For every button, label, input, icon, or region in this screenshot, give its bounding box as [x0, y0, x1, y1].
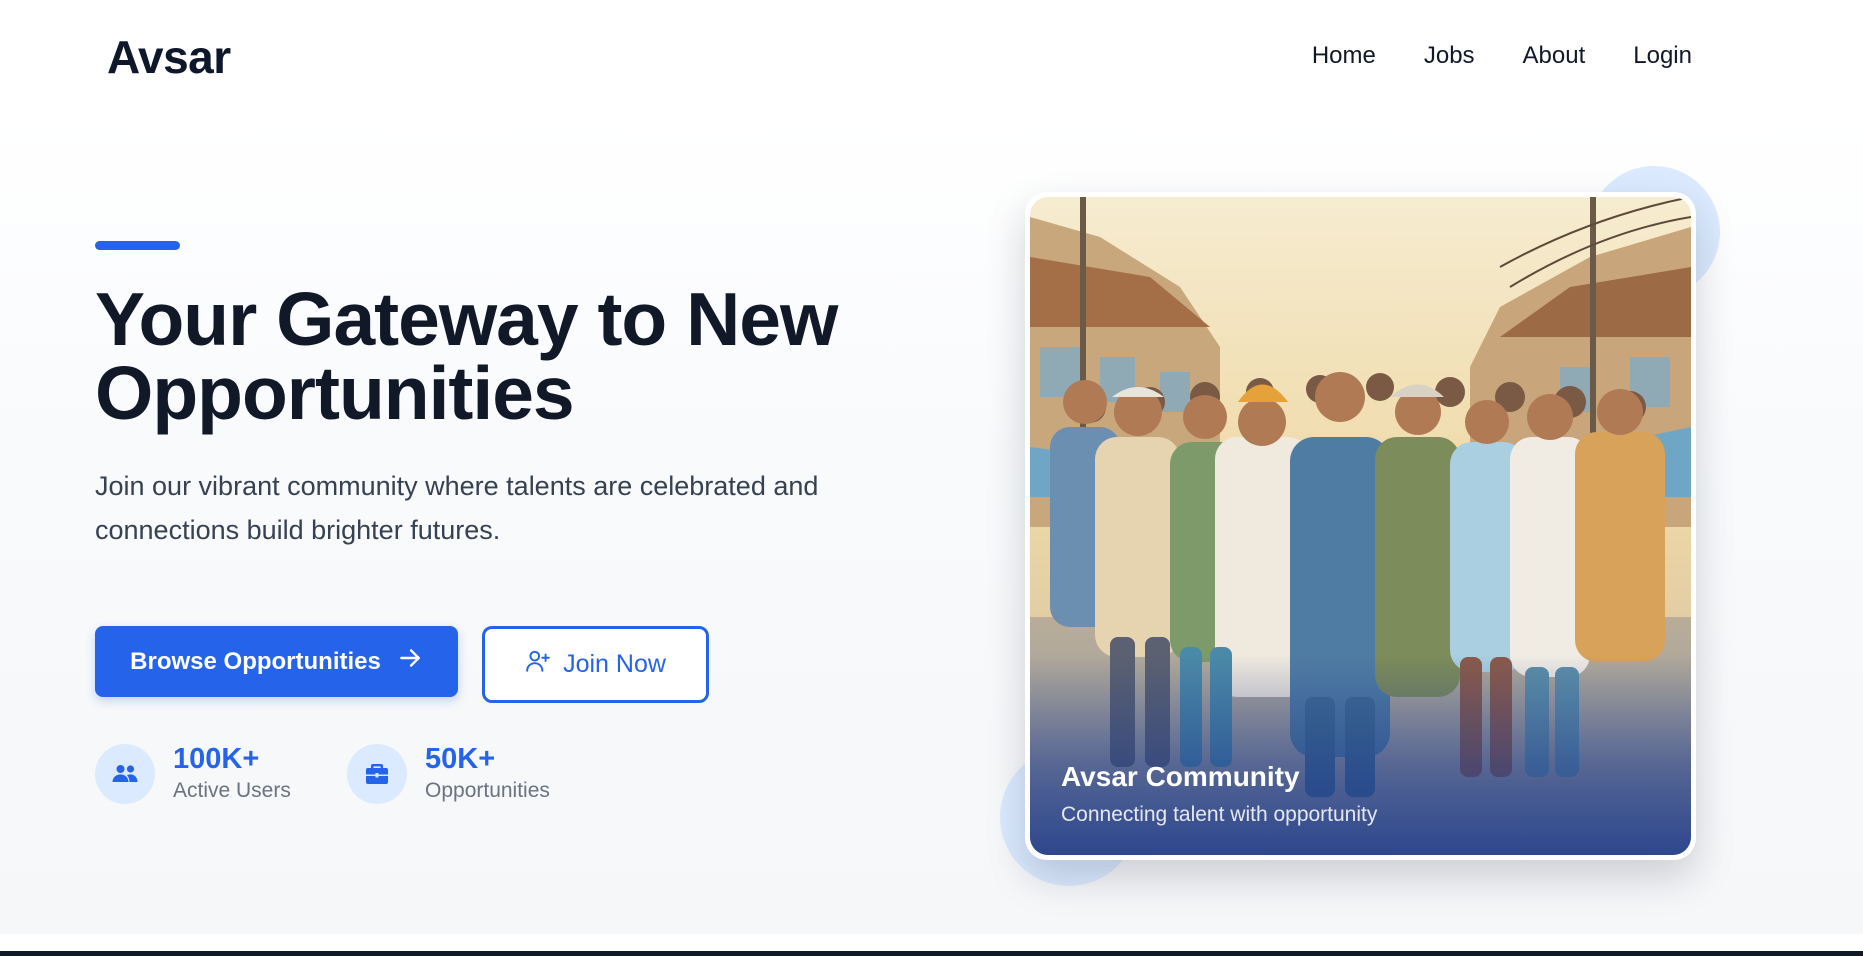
stat-active-users: 100K+ Active Users [95, 742, 291, 806]
join-now-button[interactable]: Join Now [482, 626, 709, 703]
stat-label: Opportunities [425, 779, 550, 802]
nav-links: Home Jobs About Login [1312, 42, 1692, 70]
bottom-divider [0, 951, 1863, 956]
stat-opportunities: 50K+ Opportunities [347, 742, 550, 806]
browse-opportunities-label: Browse Opportunities [130, 647, 381, 675]
nav-link-jobs[interactable]: Jobs [1424, 42, 1475, 70]
image-caption-subtitle: Connecting talent with opportunity [1061, 803, 1378, 826]
hero-title: Your Gateway to New Opportunities [95, 277, 838, 435]
stat-text: 50K+ Opportunities [425, 742, 550, 806]
stat-text: 100K+ Active Users [173, 742, 291, 806]
nav-link-home[interactable]: Home [1312, 42, 1376, 70]
join-now-label: Join Now [563, 650, 666, 678]
arrow-right-icon [397, 645, 423, 678]
nav-link-login[interactable]: Login [1633, 42, 1692, 70]
hero-accent-bar [95, 241, 180, 250]
navbar: Avsar Home Jobs About Login [0, 0, 1863, 116]
community-illustration: Avsar Community Connecting talent with o… [1030, 197, 1691, 855]
hero-subtitle: Join our vibrant community where talents… [95, 471, 819, 545]
image-caption-title: Avsar Community [1061, 761, 1300, 792]
stat-value: 100K+ [173, 743, 260, 775]
user-plus-icon [525, 648, 551, 681]
browse-opportunities-button[interactable]: Browse Opportunities [95, 626, 458, 697]
stat-value: 50K+ [425, 743, 496, 775]
brand-logo[interactable]: Avsar [107, 30, 231, 84]
users-icon [95, 744, 155, 804]
community-image-card: Avsar Community Connecting talent with o… [1025, 192, 1696, 860]
stat-label: Active Users [173, 779, 291, 802]
nav-link-about[interactable]: About [1523, 42, 1586, 70]
briefcase-icon [347, 744, 407, 804]
